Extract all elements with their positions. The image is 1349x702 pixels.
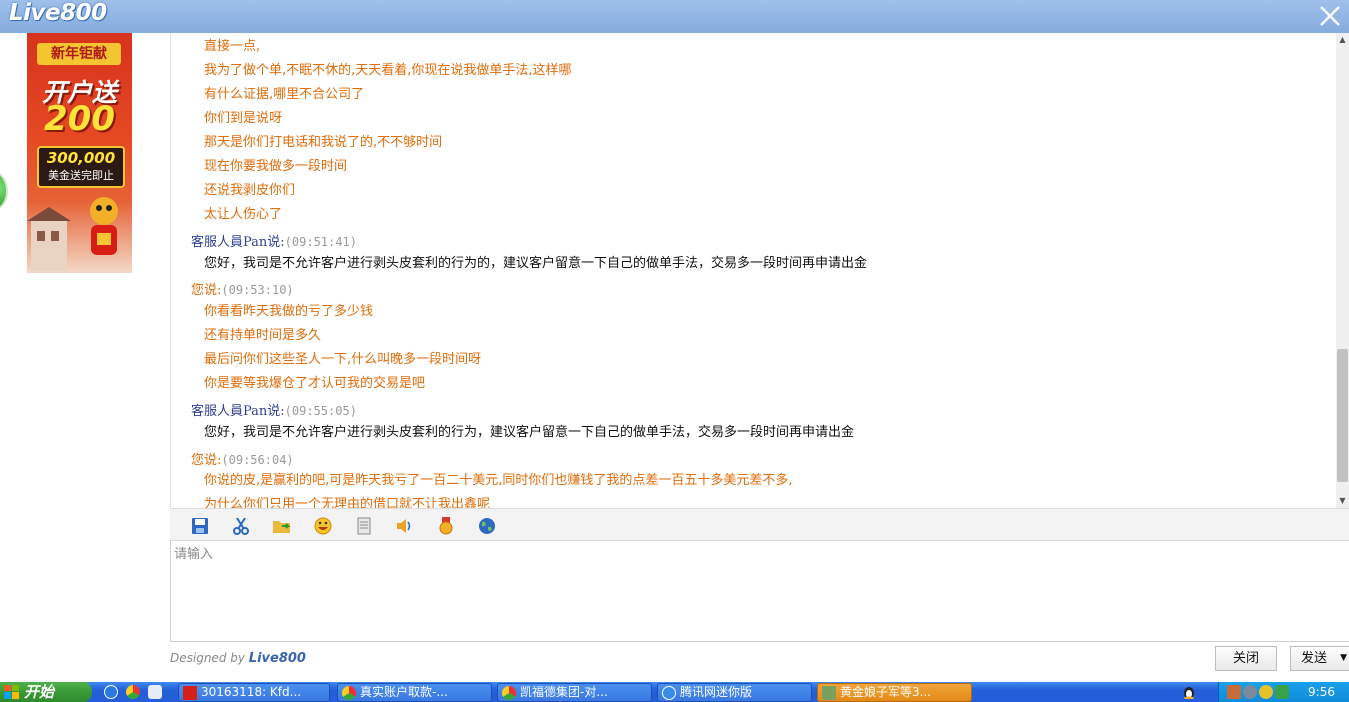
tray-app-icon[interactable] bbox=[1227, 685, 1241, 699]
chat-line: 我为了做个单,不眠不休的,天天看着,你现在说我做单手法,这样哪 bbox=[204, 63, 572, 78]
chat-line: 直接一点, bbox=[204, 39, 261, 54]
start-label: 开始 bbox=[24, 683, 55, 701]
sound-icon[interactable] bbox=[395, 516, 415, 536]
globe-icon[interactable] bbox=[477, 516, 497, 536]
chat-line: 还有持单时间是多久 bbox=[204, 328, 322, 343]
taskbar-item[interactable]: 30163118: Kfd... bbox=[178, 683, 330, 702]
chat-transcript[interactable]: 直接一点, 我为了做个单,不眠不休的,天天看着,你现在说我做单手法,这样哪 有什… bbox=[170, 33, 1336, 508]
send-button[interactable]: 发送 ▼ bbox=[1290, 646, 1349, 671]
open-file-icon[interactable] bbox=[272, 516, 292, 536]
send-label: 发送 bbox=[1301, 651, 1328, 666]
chat-line: 还说我剥皮你们 bbox=[204, 183, 296, 198]
chrome-icon bbox=[342, 686, 356, 700]
designed-by-credit: Designed by Live800 bbox=[170, 651, 306, 666]
message-header: 客服人員Pan说:(09:55:05) bbox=[191, 400, 357, 419]
message-header: 您说:(09:56:04) bbox=[191, 449, 294, 468]
emoji-icon[interactable] bbox=[313, 516, 333, 536]
title-bar: Live800 bbox=[0, 0, 1349, 33]
chat-line: 你是要等我爆仓了才认可我的交易是吧 bbox=[204, 376, 426, 391]
brand-name: Live800 bbox=[248, 651, 306, 666]
rating-medal-icon[interactable] bbox=[436, 516, 456, 536]
floating-green-button[interactable] bbox=[0, 172, 8, 210]
sender-name: 客服人員Pan说: bbox=[191, 404, 285, 419]
scroll-down-arrow-icon[interactable]: ▼ bbox=[1336, 494, 1349, 508]
scrollbar-thumb[interactable] bbox=[1337, 349, 1348, 482]
chat-line: 你们到是说呀 bbox=[204, 111, 283, 126]
tray-shield-icon[interactable] bbox=[1275, 685, 1289, 699]
history-icon[interactable] bbox=[354, 516, 374, 536]
close-window-icon[interactable] bbox=[1317, 3, 1343, 29]
windows-taskbar: 开始 30163118: Kfd... 真实账户取款-... 凯福德集团-对..… bbox=[0, 682, 1349, 702]
close-button[interactable]: 关闭 bbox=[1215, 646, 1277, 671]
screenshot-scissors-icon[interactable] bbox=[231, 516, 251, 536]
sender-name: 客服人員Pan说: bbox=[191, 235, 285, 250]
taskbar-item-active[interactable]: 黄金娘子军等3... bbox=[817, 683, 972, 702]
promo-bonus-box: 300,000 美金送完即止 bbox=[37, 146, 125, 188]
chat-line: 你说的皮,是赢利的吧,可是昨天我亏了一百二十美元,同时你们也赚钱了我的点差一百五… bbox=[204, 473, 793, 488]
system-tray: 9:56 bbox=[1218, 682, 1349, 702]
promo-bonus-sub: 美金送完即止 bbox=[48, 169, 114, 182]
chrome-icon bbox=[502, 686, 516, 700]
tencent-icon bbox=[662, 686, 676, 700]
live800-chat-window: Live800 新年钜献 开户送 200 300,000 美金送完即止 直接一点… bbox=[0, 0, 1349, 702]
promo-top-label: 新年钜献 bbox=[37, 43, 121, 65]
windows-flag-icon bbox=[4, 685, 19, 699]
message-time: (09:55:05) bbox=[284, 404, 357, 418]
sender-name: 您说: bbox=[191, 283, 222, 298]
taskbar-item[interactable]: 凯福德集团-对... bbox=[497, 683, 652, 702]
message-header: 您说:(09:53:10) bbox=[191, 279, 294, 298]
chat-line: 您好，我司是不允许客户进行剥头皮套利的行为的，建议客户留意一下自己的做单手法，交… bbox=[204, 256, 868, 271]
chat-line: 那天是你们打电话和我说了的,不不够时间 bbox=[204, 135, 443, 150]
ie-icon[interactable] bbox=[148, 685, 162, 699]
house-illustration-icon bbox=[27, 207, 71, 271]
message-time: (09:56:04) bbox=[221, 453, 294, 467]
sender-name: 您说: bbox=[191, 453, 222, 468]
promo-bonus: 300,000 bbox=[46, 149, 116, 167]
chat-line: 最后问你们这些圣人一下,什么叫晚多一段时间呀 bbox=[204, 352, 482, 367]
start-button[interactable]: 开始 bbox=[0, 682, 92, 702]
designed-by-label: Designed by bbox=[170, 651, 245, 665]
taskbar-item[interactable]: 真实账户取款-... bbox=[337, 683, 492, 702]
tray-security-icon[interactable] bbox=[1259, 685, 1273, 699]
message-time: (09:51:41) bbox=[284, 235, 357, 249]
taskbar-item[interactable]: 腾讯网迷你版 bbox=[657, 683, 812, 702]
message-time: (09:53:10) bbox=[221, 283, 294, 297]
promo-banner[interactable]: 新年钜献 开户送 200 300,000 美金送完即止 bbox=[27, 33, 132, 273]
tray-network-icon[interactable] bbox=[1243, 685, 1257, 699]
lion-dance-icon bbox=[90, 197, 118, 255]
scroll-up-arrow-icon[interactable]: ▲ bbox=[1336, 33, 1349, 47]
app-k-icon bbox=[183, 686, 197, 700]
message-header: 客服人員Pan说:(09:51:41) bbox=[191, 231, 357, 250]
chat-toolbar bbox=[170, 508, 1349, 541]
avatar-icon bbox=[822, 686, 836, 700]
qq-penguin-icon[interactable] bbox=[1182, 685, 1196, 699]
chat-line: 你看看昨天我做的亏了多少钱 bbox=[204, 304, 374, 319]
chevron-down-icon[interactable]: ▼ bbox=[1340, 647, 1347, 670]
chat-line: 为什么你们只用一个无理由的借口就不让我出鑫呢 bbox=[204, 497, 491, 508]
chrome-icon[interactable] bbox=[126, 685, 140, 699]
chat-line: 有什么证据,哪里不合公司了 bbox=[204, 87, 365, 102]
save-icon[interactable] bbox=[190, 516, 210, 536]
live800-logo: Live800 bbox=[9, 0, 107, 26]
chat-line: 您好，我司是不允许客户进行剥头皮套利的行为，建议客户留意一下自己的做单手法，交易… bbox=[204, 425, 855, 440]
message-input[interactable] bbox=[170, 541, 1349, 642]
clock: 9:56 bbox=[1308, 685, 1335, 699]
chat-line: 现在你要我做多一段时间 bbox=[204, 159, 348, 174]
chat-scrollbar[interactable]: ▲ ▼ bbox=[1336, 33, 1349, 508]
promo-amount: 200 bbox=[44, 99, 115, 139]
chat-line: 太让人伤心了 bbox=[204, 207, 283, 222]
quicklaunch-app-icon[interactable] bbox=[104, 685, 118, 699]
